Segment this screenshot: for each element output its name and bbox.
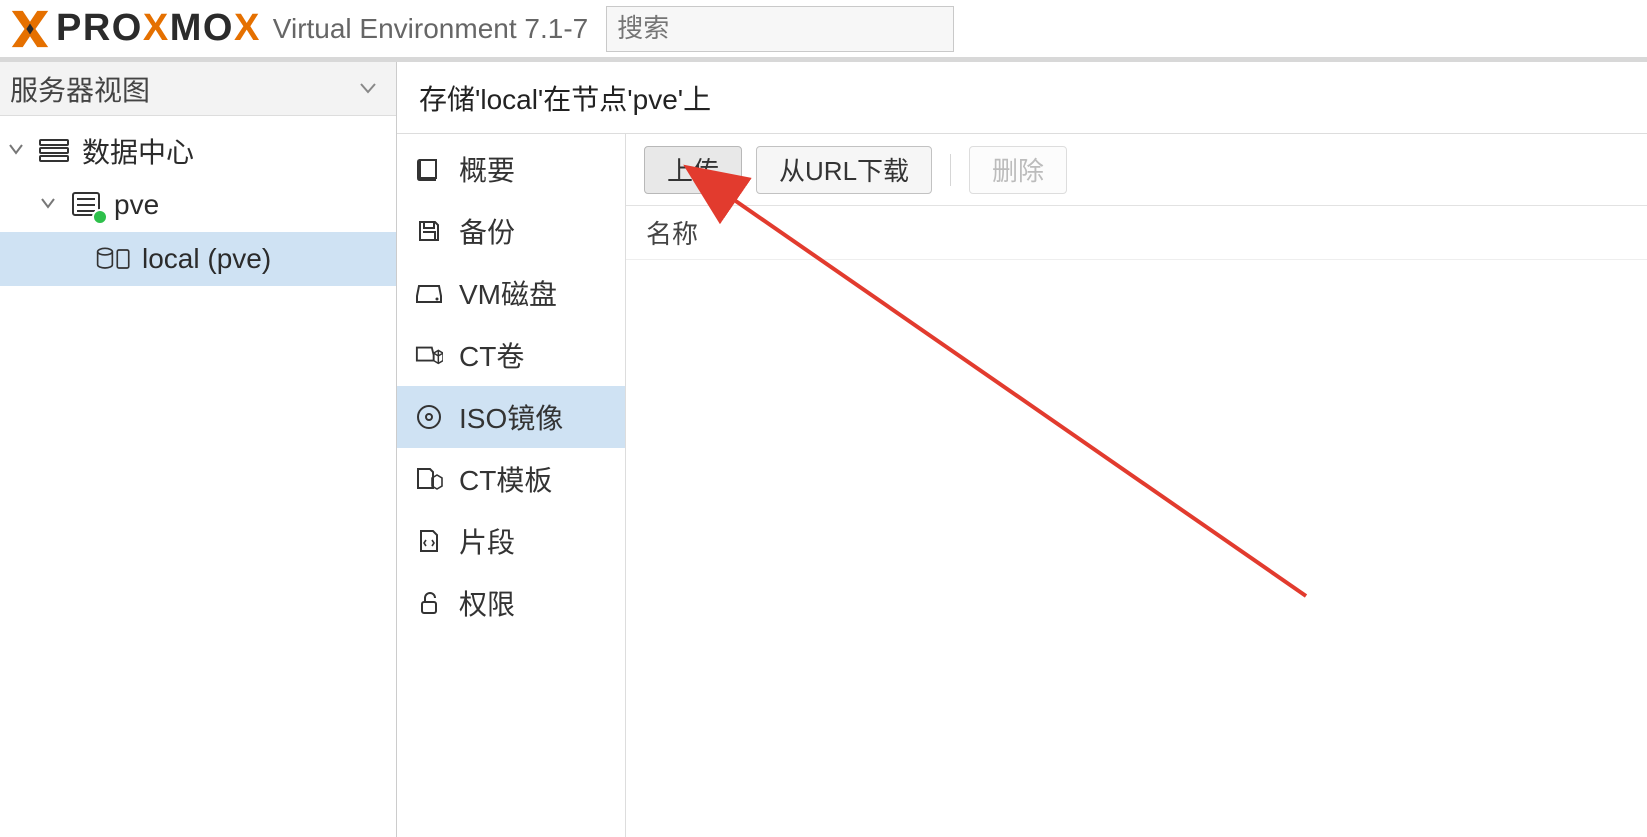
hdd-icon	[415, 279, 443, 307]
nav-iso[interactable]: ISO镜像	[397, 386, 625, 448]
server-tree: 数据中心 pve	[0, 116, 396, 294]
view-selector-label: 服务器视图	[10, 69, 150, 109]
server-tree-sidebar: 服务器视图 数据中心	[0, 62, 397, 837]
floppy-icon	[415, 217, 443, 245]
nav-ctvol[interactable]: CT卷	[397, 324, 625, 386]
brand-text: PROXMOX	[56, 7, 261, 50]
nav-summary[interactable]: 概要	[397, 138, 625, 200]
storage-nav: 概要 备份 VM磁盘	[397, 134, 626, 837]
search-input[interactable]	[606, 6, 954, 52]
nav-label: VM磁盘	[459, 273, 557, 313]
server-list-icon	[36, 133, 72, 169]
proxmox-x-icon	[8, 9, 52, 49]
nav-label: 概要	[459, 149, 515, 189]
tree-node-pve[interactable]: pve	[0, 178, 396, 232]
status-online-icon	[92, 209, 108, 225]
iso-panel: 上传 从URL下载 删除 名称	[626, 134, 1647, 837]
nav-cttpl[interactable]: CT模板	[397, 448, 625, 510]
book-icon	[415, 155, 443, 183]
nav-label: CT模板	[459, 459, 552, 499]
expander-open-icon[interactable]	[40, 194, 62, 217]
nav-backup[interactable]: 备份	[397, 200, 625, 262]
column-name: 名称	[646, 214, 698, 251]
hdd-cube-icon	[415, 341, 443, 369]
upload-button[interactable]: 上传	[644, 146, 742, 194]
version-label: Virtual Environment 7.1-7	[273, 13, 588, 45]
unlock-icon	[415, 589, 443, 617]
delete-button[interactable]: 删除	[969, 146, 1067, 194]
nav-label: 权限	[459, 583, 515, 623]
toolbar-separator	[950, 154, 951, 186]
nav-permissions[interactable]: 权限	[397, 572, 625, 634]
disc-icon	[415, 403, 443, 431]
download-url-button[interactable]: 从URL下载	[756, 146, 932, 194]
view-selector[interactable]: 服务器视图	[0, 62, 396, 116]
content-title: 存储'local'在节点'pve'上	[397, 62, 1647, 134]
nav-label: 片段	[459, 521, 515, 561]
file-cube-icon	[415, 465, 443, 493]
server-node-icon	[68, 187, 104, 223]
storage-icon	[96, 241, 132, 277]
nav-label: ISO镜像	[459, 397, 563, 437]
brand-logo: PROXMOX	[8, 7, 261, 50]
nav-label: 备份	[459, 211, 515, 251]
nav-snippets[interactable]: 片段	[397, 510, 625, 572]
tree-datacenter[interactable]: 数据中心	[0, 124, 396, 178]
grid-header[interactable]: 名称	[626, 206, 1647, 260]
nav-vmdisk[interactable]: VM磁盘	[397, 262, 625, 324]
tree-label: local (pve)	[142, 243, 271, 275]
chevron-down-icon	[358, 73, 378, 105]
iso-toolbar: 上传 从URL下载 删除	[626, 134, 1647, 206]
tree-label: 数据中心	[82, 131, 194, 171]
expander-open-icon[interactable]	[8, 140, 30, 163]
tree-storage-local[interactable]: local (pve)	[0, 232, 396, 286]
main-content: 存储'local'在节点'pve'上 概要 备份	[397, 62, 1647, 837]
nav-label: CT卷	[459, 335, 524, 375]
file-code-icon	[415, 527, 443, 555]
tree-label: pve	[114, 189, 159, 221]
app-header: PROXMOX Virtual Environment 7.1-7	[0, 0, 1647, 62]
